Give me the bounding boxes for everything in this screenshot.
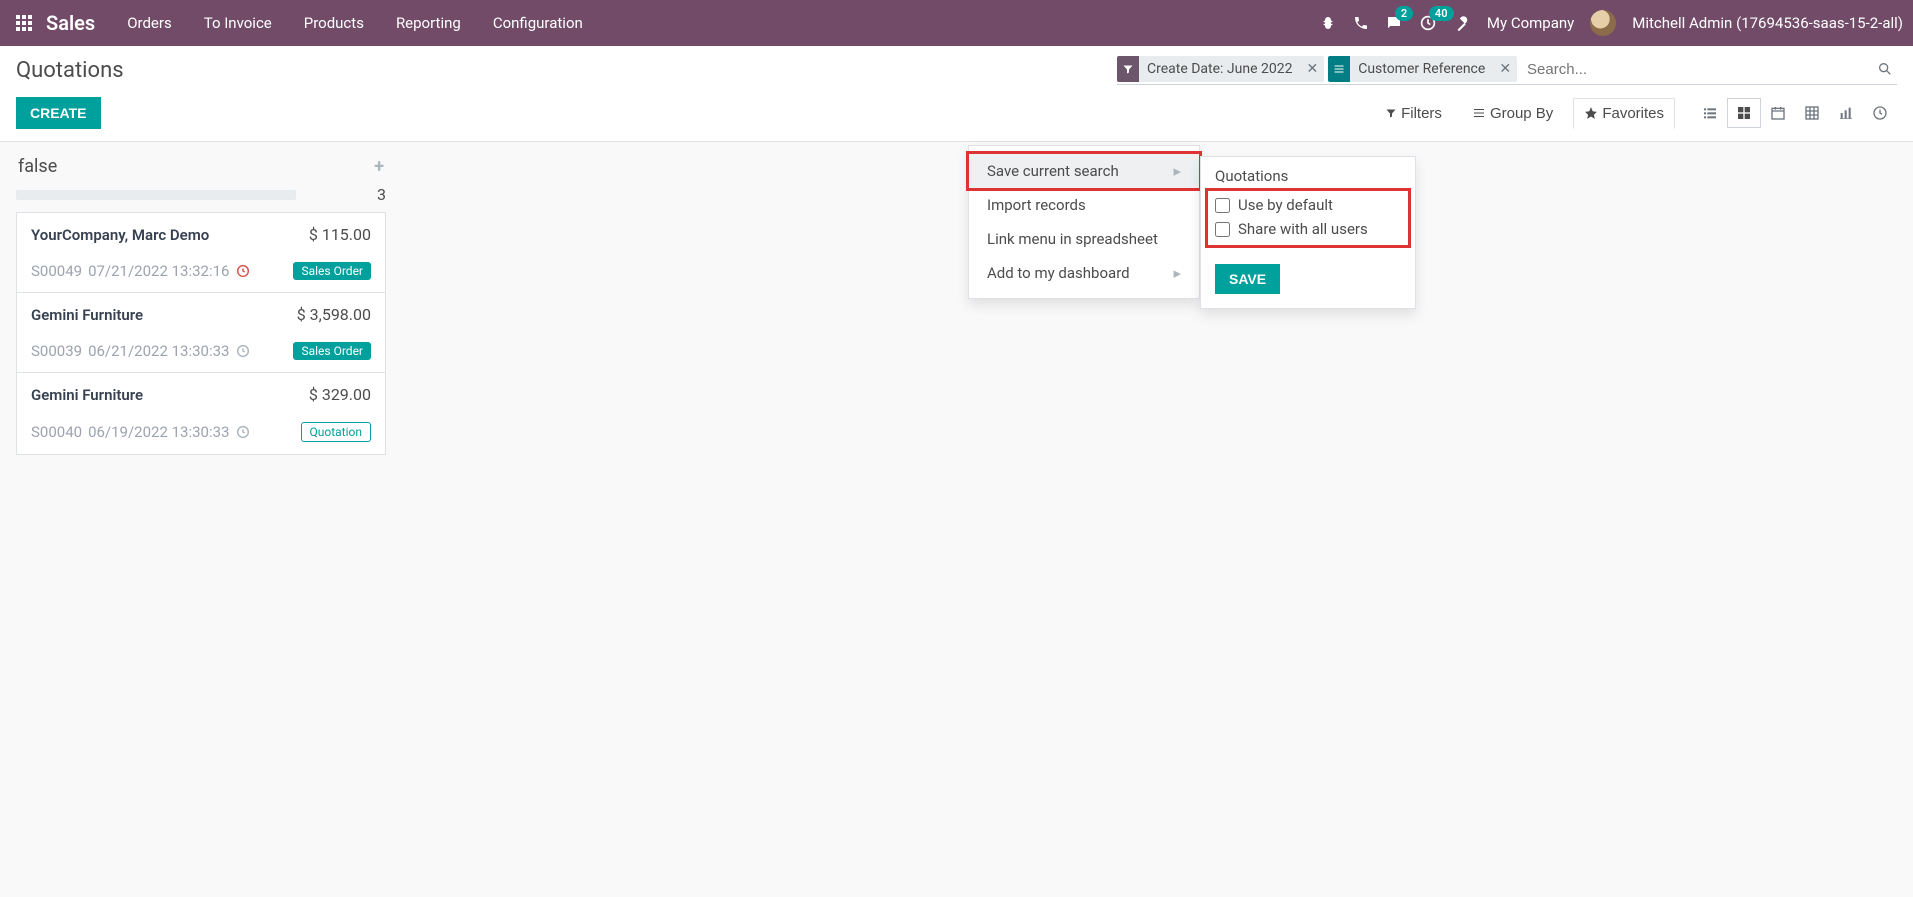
view-graph-icon[interactable] bbox=[1829, 98, 1863, 128]
activities-icon[interactable]: 40 bbox=[1419, 14, 1437, 32]
favorites-dropdown: Save current search ▸ Import records Lin… bbox=[968, 145, 1200, 299]
card-datetime: 06/21/2022 13:30:33 bbox=[88, 342, 229, 360]
status-tag: Quotation bbox=[301, 422, 371, 442]
kanban-column-title[interactable]: false bbox=[18, 156, 57, 177]
create-button[interactable]: CREATE bbox=[16, 97, 101, 129]
search-icon[interactable] bbox=[1873, 61, 1897, 77]
kanban-quick-create-icon[interactable]: + bbox=[374, 156, 384, 177]
save-button[interactable]: SAVE bbox=[1215, 264, 1280, 294]
fav-save-current-search[interactable]: Save current search ▸ bbox=[966, 151, 1202, 191]
facet-remove[interactable]: ✕ bbox=[1300, 61, 1324, 77]
checkbox-share-with-all[interactable]: Share with all users bbox=[1215, 217, 1401, 241]
clock-icon bbox=[235, 343, 251, 359]
groupby-icon bbox=[1328, 56, 1350, 82]
app-brand[interactable]: Sales bbox=[46, 11, 95, 35]
card-amount: $ 3,598.00 bbox=[297, 305, 371, 324]
save-search-name[interactable]: Quotations bbox=[1215, 167, 1401, 185]
groupby-label: Group By bbox=[1490, 105, 1553, 122]
company-switcher[interactable]: My Company bbox=[1487, 14, 1574, 32]
status-tag: Sales Order bbox=[293, 262, 371, 280]
view-calendar-icon[interactable] bbox=[1761, 98, 1795, 128]
card-ref: S00049 bbox=[31, 262, 82, 280]
top-nav: Sales Orders To Invoice Products Reporti… bbox=[0, 0, 1913, 46]
menu-products[interactable]: Products bbox=[290, 2, 378, 44]
view-activity-icon[interactable] bbox=[1863, 98, 1897, 128]
view-list-icon[interactable] bbox=[1693, 98, 1727, 128]
main-menu: Orders To Invoice Products Reporting Con… bbox=[113, 2, 597, 44]
kanban-view: false + 3 YourCompany, Marc Demo $ 115.0… bbox=[0, 142, 1913, 465]
search-input[interactable] bbox=[1521, 57, 1869, 82]
card-datetime: 07/21/2022 13:32:16 bbox=[88, 262, 229, 280]
checkbox-label: Share with all users bbox=[1238, 220, 1368, 238]
phone-icon[interactable] bbox=[1353, 15, 1369, 31]
chevron-right-icon: ▸ bbox=[1173, 162, 1181, 180]
status-tag: Sales Order bbox=[293, 342, 371, 360]
control-panel: Quotations Create Date: June 2022 ✕ Cust… bbox=[0, 46, 1913, 142]
share-all-checkbox[interactable] bbox=[1215, 222, 1230, 237]
view-kanban-icon[interactable] bbox=[1727, 98, 1761, 128]
messaging-icon[interactable]: 2 bbox=[1385, 14, 1403, 32]
menu-configuration[interactable]: Configuration bbox=[479, 2, 597, 44]
breadcrumb: Quotations bbox=[16, 54, 124, 83]
favorites-button[interactable]: Favorites bbox=[1573, 98, 1675, 129]
card-ref: S00039 bbox=[31, 342, 82, 360]
clock-icon bbox=[235, 263, 251, 279]
favorites-label: Favorites bbox=[1602, 105, 1664, 122]
tools-icon[interactable] bbox=[1453, 14, 1471, 32]
clock-icon bbox=[235, 424, 251, 440]
kanban-card[interactable]: YourCompany, Marc Demo $ 115.00 S00049 0… bbox=[16, 212, 386, 293]
card-amount: $ 115.00 bbox=[309, 225, 371, 244]
kanban-card[interactable]: Gemini Furniture $ 3,598.00 S00039 06/21… bbox=[16, 293, 386, 373]
facet-create-date: Create Date: June 2022 ✕ bbox=[1117, 56, 1324, 82]
apps-icon[interactable] bbox=[10, 14, 38, 32]
user-menu[interactable]: Mitchell Admin (17694536-saas-15-2-all) bbox=[1632, 14, 1903, 32]
view-switcher bbox=[1693, 98, 1897, 128]
card-datetime: 06/19/2022 13:30:33 bbox=[88, 423, 229, 441]
fav-add-dashboard[interactable]: Add to my dashboard ▸ bbox=[969, 256, 1199, 290]
avatar[interactable] bbox=[1590, 10, 1616, 36]
facet-label: Customer Reference bbox=[1350, 57, 1493, 81]
card-meta: S00049 07/21/2022 13:32:16 bbox=[31, 262, 251, 280]
filter-icon bbox=[1117, 56, 1139, 82]
fav-item-label: Import records bbox=[987, 196, 1086, 214]
fav-item-label: Link menu in spreadsheet bbox=[987, 230, 1158, 248]
filters-label: Filters bbox=[1401, 105, 1442, 122]
fav-item-label: Add to my dashboard bbox=[987, 264, 1130, 282]
messaging-badge: 2 bbox=[1395, 6, 1413, 21]
search-box[interactable]: Create Date: June 2022 ✕ Customer Refere… bbox=[1117, 54, 1897, 85]
card-ref: S00040 bbox=[31, 423, 82, 441]
menu-orders[interactable]: Orders bbox=[113, 2, 186, 44]
groupby-button[interactable]: Group By bbox=[1462, 98, 1563, 129]
kanban-progressbar[interactable] bbox=[16, 190, 296, 200]
card-customer: YourCompany, Marc Demo bbox=[31, 226, 209, 244]
checkbox-label: Use by default bbox=[1238, 196, 1333, 214]
chevron-right-icon: ▸ bbox=[1173, 264, 1181, 282]
card-meta: S00039 06/21/2022 13:30:33 bbox=[31, 342, 251, 360]
kanban-count: 3 bbox=[377, 185, 386, 204]
menu-to-invoice[interactable]: To Invoice bbox=[190, 2, 286, 44]
facet-remove[interactable]: ✕ bbox=[1493, 61, 1517, 77]
menu-reporting[interactable]: Reporting bbox=[382, 2, 475, 44]
checkbox-use-by-default[interactable]: Use by default bbox=[1215, 193, 1401, 217]
fav-link-spreadsheet[interactable]: Link menu in spreadsheet bbox=[969, 222, 1199, 256]
filters-button[interactable]: Filters bbox=[1375, 98, 1452, 129]
fav-import-records[interactable]: Import records bbox=[969, 188, 1199, 222]
facet-label: Create Date: June 2022 bbox=[1139, 57, 1300, 81]
systray: 2 40 My Company Mitchell Admin (17694536… bbox=[1319, 10, 1903, 36]
kanban-column: false + 3 YourCompany, Marc Demo $ 115.0… bbox=[16, 152, 386, 455]
debug-icon[interactable] bbox=[1319, 14, 1337, 32]
save-search-submenu: Quotations Use by default Share with all… bbox=[1200, 156, 1416, 309]
card-meta: S00040 06/19/2022 13:30:33 bbox=[31, 423, 251, 441]
card-amount: $ 329.00 bbox=[309, 385, 371, 404]
fav-item-label: Save current search bbox=[987, 162, 1119, 180]
card-customer: Gemini Furniture bbox=[31, 386, 143, 404]
card-customer: Gemini Furniture bbox=[31, 306, 143, 324]
view-pivot-icon[interactable] bbox=[1795, 98, 1829, 128]
kanban-card[interactable]: Gemini Furniture $ 329.00 S00040 06/19/2… bbox=[16, 373, 386, 455]
use-default-checkbox[interactable] bbox=[1215, 198, 1230, 213]
activities-badge: 40 bbox=[1429, 6, 1454, 21]
facet-customer-reference: Customer Reference ✕ bbox=[1328, 56, 1517, 82]
